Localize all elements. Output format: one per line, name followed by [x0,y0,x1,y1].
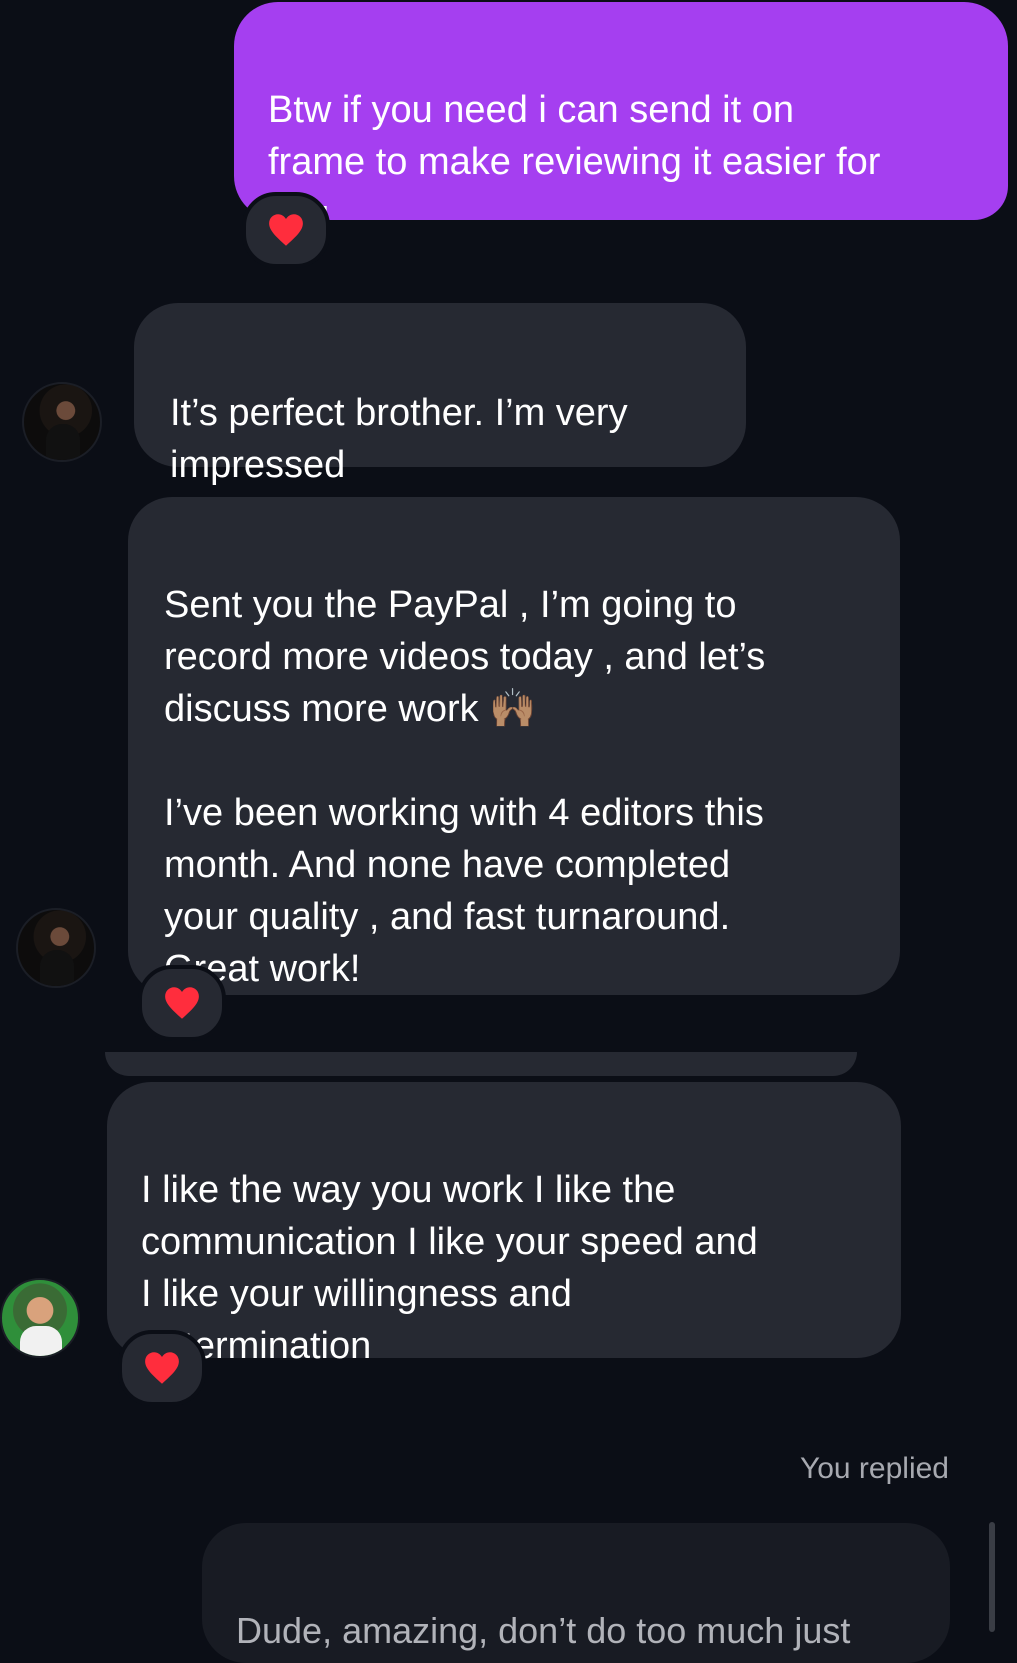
reply-quote-text: Dude, amazing, don’t do too much just [236,1610,851,1651]
you-replied-label: You replied [799,1452,949,1485]
message-text: It’s perfect brother. I’m very impressed [170,392,628,486]
avatar[interactable] [0,1278,80,1358]
message-bubble-incoming[interactable]: Sent you the PayPal , I’m going to recor… [128,497,900,995]
reaction-badge[interactable] [138,965,226,1041]
message-bubble-outgoing[interactable]: Btw if you need i can send it on frame t… [234,2,1008,235]
message-bubble-incoming[interactable]: It’s perfect brother. I’m very impressed [134,303,746,486]
heart-icon [165,987,199,1019]
heart-icon [269,214,303,246]
message-bubble-incoming[interactable]: I like the way you work I like the commu… [107,1082,901,1367]
heart-icon [145,1352,179,1384]
avatar[interactable] [22,382,102,462]
reply-quote[interactable]: Dude, amazing, don’t do too much just [202,1523,950,1663]
message-bubble-partial [105,1052,857,1076]
reaction-badge[interactable] [242,192,330,268]
reaction-badge[interactable] [118,1330,206,1406]
scrollbar[interactable] [989,1522,995,1632]
message-text: Sent you the PayPal , I’m going to recor… [164,584,766,990]
avatar[interactable] [16,908,96,988]
message-text: I like the way you work I like the commu… [141,1169,758,1367]
message-text: Btw if you need i can send it on frame t… [268,89,881,235]
